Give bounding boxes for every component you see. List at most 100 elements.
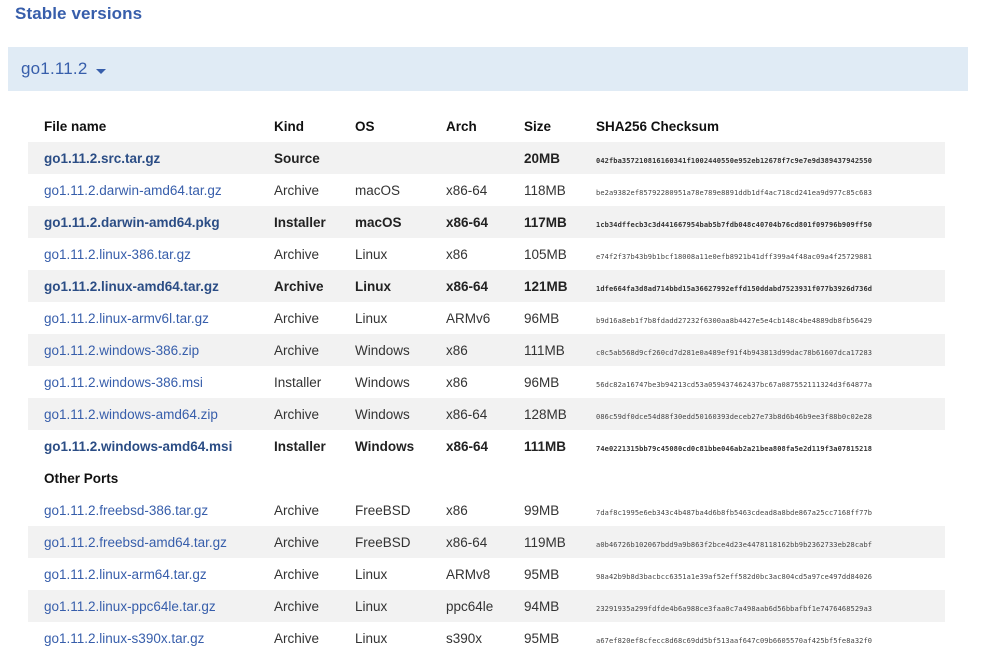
cell-os: Linux [355,246,388,262]
table-row[interactable]: go1.11.2.linux-ppc64le.tar.gz Archive Linu… [28,590,945,622]
cell-checksum: be2a9382ef85792280951a78e789e8891ddb1df4… [596,174,945,206]
table-row[interactable]: go1.11.2.windows-386.msi Installer Windows… [28,366,945,398]
cell-os: FreeBSD [355,526,446,558]
table-header: File name Kind OS Arch Size SHA256 Check… [28,112,945,142]
cell-file-name: go1.11.2.darwin-amd64.pkg [28,206,274,238]
table-row[interactable]: go1.11.2.freebsd-386.tar.gz Archive FreeBS… [28,494,945,526]
chevron-down-icon [95,68,106,74]
cell-os: Linux [355,270,446,302]
table-row[interactable]: go1.11.2.linux-armv6l.tar.gz Archive Linux… [28,302,945,334]
checksum-value: 086c59df0dce54d88f30edd50160393deceb27e7… [596,412,873,421]
checksum-value: 042fba357210816160341f1002440550e952eb12… [596,156,873,165]
cell-os: Linux [355,310,388,326]
download-link[interactable]: go1.11.2.windows-amd64.msi [44,439,232,454]
table-row[interactable]: go1.11.2.darwin-amd64.pkg Installer macOS x… [28,206,945,238]
cell-size: 118MB [524,182,566,198]
download-link[interactable]: go1.11.2.linux-ppc64le.tar.gz [44,599,216,614]
table-row[interactable]: go1.11.2.freebsd-amd64.tar.gz Archive Free… [28,526,945,558]
cell-arch: ARMv6 [446,310,491,326]
download-link[interactable]: go1.11.2.darwin-amd64.tar.gz [44,183,222,198]
download-link[interactable]: go1.11.2.windows-386.msi [44,375,203,390]
cell-checksum: e74f2f37b43b9b1bcf18008a11e0efb8921b41df… [596,238,945,270]
cell-checksum: a0b46726b102067bdd9a9b863f2bce4d23e44781… [596,526,945,558]
download-link[interactable]: go1.11.2.linux-s390x.tar.gz [44,631,204,646]
column-header-checksum: SHA256 Checksum [596,119,720,134]
checksum-value: 1cb34dffecb3c3d441667954bab5b7fdb048c407… [596,220,873,229]
cell-file-name: go1.11.2.freebsd-386.tar.gz [28,494,274,526]
download-link[interactable]: go1.11.2.linux-arm64.tar.gz [44,567,207,582]
table-row[interactable]: go1.11.2.darwin-amd64.tar.gz Archive macOS… [28,174,945,206]
cell-os: Windows [355,374,410,390]
cell-kind: Archive [274,182,320,198]
cell-file-name: go1.11.2.darwin-amd64.tar.gz [28,174,274,206]
download-link[interactable]: go1.11.2.darwin-amd64.pkg [44,215,220,230]
cell-checksum: 23291935a299fdfde4b6a988ce3faa0c7a498aab… [596,590,945,622]
cell-file-name: go1.11.2.src.tar.gz [28,142,274,174]
section-header-label: Other Ports [44,470,119,486]
cell-checksum: 56dc82a16747be3b94213cd53a059437462437bc… [596,366,945,398]
table-row[interactable]: go1.11.2.src.tar.gz Source 20MB 042fba35721… [28,142,945,174]
table-row[interactable]: go1.11.2.windows-386.zip Archive Windows x8… [28,334,945,366]
version-selector-label: go1.11.2 [21,59,88,78]
cell-arch: x86 [446,334,524,366]
download-link[interactable]: go1.11.2.windows-386.zip [44,343,199,358]
table-row[interactable]: go1.11.2.windows-amd64.msi Installer Windo… [28,430,945,462]
cell-size: 111MB [524,438,567,454]
cell-os: Windows [355,398,446,430]
table-row[interactable]: go1.11.2.linux-s390x.tar.gz Archive Linux s… [28,622,945,654]
cell-size: 105MB [524,246,567,262]
cell-file-name: go1.11.2.windows-386.msi [28,366,274,398]
download-link[interactable]: go1.11.2.src.tar.gz [44,151,160,166]
table-row[interactable]: go1.11.2.linux-amd64.tar.gz Archive Linux x… [28,270,945,302]
cell-kind: Installer [274,374,322,390]
table-row[interactable]: go1.11.2.windows-amd64.zip Archive Windows… [28,398,945,430]
download-link[interactable]: go1.11.2.windows-amd64.zip [44,407,218,422]
cell-arch: x86-64 [446,182,488,198]
column-header-arch: Arch [446,119,477,134]
table-row[interactable]: go1.11.2.linux-386.tar.gz Archive Linux x86… [28,238,945,270]
checksum-value: 23291935a299fdfde4b6a988ce3faa0c7a498aab… [596,604,873,613]
version-selector[interactable]: go1.11.2 [8,47,968,91]
cell-arch: x86-64 [446,526,524,558]
cell-os: Linux [355,590,446,622]
cell-checksum: 74e0221315bb79c45080cd0c81bbe046ab2a21be… [596,430,945,462]
cell-checksum: 1dfe664fa3d8ad714bbd15a36627992effd150dd… [596,270,945,302]
cell-checksum: c0c5ab568d9cf260cd7d281e0a489ef91f4b9438… [596,334,945,366]
cell-arch: ARMv8 [446,566,491,582]
cell-checksum: 1cb34dffecb3c3d441667954bab5b7fdb048c407… [596,206,945,238]
cell-size: 96MB [524,310,560,326]
cell-kind: Archive [274,270,355,302]
downloads-table: File name Kind OS Arch Size SHA256 Check… [28,112,945,654]
cell-kind: Archive [274,630,320,646]
table-row[interactable]: go1.11.2.linux-arm64.tar.gz Archive Linux A… [28,558,945,590]
cell-size: 20MB [524,142,596,174]
checksum-value: b9d16a8eb1f7b8fdadd27232f6300aa8b4427e5e… [596,316,873,325]
download-link[interactable]: go1.11.2.freebsd-386.tar.gz [44,503,208,518]
cell-kind: Archive [274,398,355,430]
cell-arch: x86-64 [446,438,489,454]
checksum-value: a0b46726b102067bdd9a9b863f2bce4d23e44781… [596,540,873,549]
download-link[interactable]: go1.11.2.linux-amd64.tar.gz [44,279,219,294]
downloads-page: Stable versions go1.11.2 File name Kind … [0,0,996,665]
cell-size: 96MB [524,374,560,390]
cell-arch: ppc64le [446,590,524,622]
cell-os: macOS [355,206,446,238]
cell-arch: x86 [446,374,468,390]
cell-kind: Archive [274,566,320,582]
checksum-value: be2a9382ef85792280951a78e789e8891ddb1df4… [596,188,873,197]
cell-size: 95MB [524,630,560,646]
cell-arch: s390x [446,630,483,646]
cell-os: Windows [355,334,446,366]
download-link[interactable]: go1.11.2.freebsd-amd64.tar.gz [44,535,227,550]
table-section-header-other-ports: Other Ports [28,462,945,494]
cell-file-name: go1.11.2.freebsd-amd64.tar.gz [28,526,274,558]
checksum-value: e74f2f37b43b9b1bcf18008a11e0efb8921b41df… [596,252,873,261]
download-link[interactable]: go1.11.2.linux-386.tar.gz [44,247,191,262]
cell-arch: x86-64 [446,270,524,302]
cell-arch: x86 [446,246,468,262]
cell-file-name: go1.11.2.windows-386.zip [28,334,274,366]
download-link[interactable]: go1.11.2.linux-armv6l.tar.gz [44,311,209,326]
cell-checksum: b9d16a8eb1f7b8fdadd27232f6300aa8b4427e5e… [596,302,945,334]
checksum-value: 56dc82a16747be3b94213cd53a059437462437bc… [596,380,873,389]
cell-kind: Installer [274,438,326,454]
